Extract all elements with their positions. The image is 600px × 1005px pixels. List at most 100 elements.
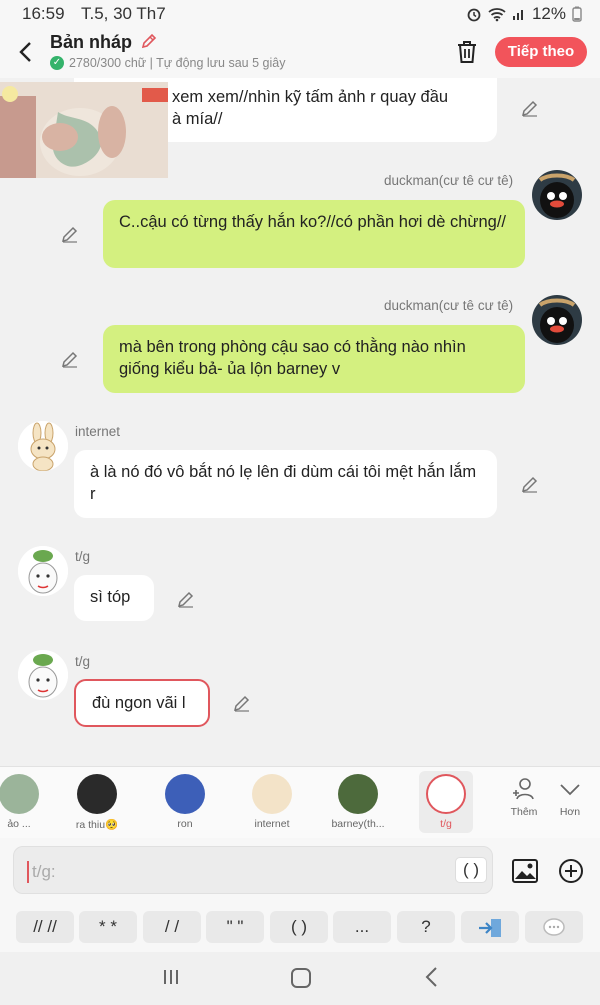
duckman-avatar-image bbox=[532, 295, 582, 345]
message-text: C..cậu có từng thấy hắn ko?//có phần hơi… bbox=[119, 213, 506, 231]
system-nav-bar bbox=[0, 952, 600, 1005]
character-label: barney(th... bbox=[331, 818, 385, 830]
tg-avatar-image bbox=[18, 546, 68, 596]
plus-circle-icon bbox=[559, 859, 583, 883]
message-text: à là nó đó vô bắt nó lẹ lên đi dùm cái t… bbox=[90, 463, 477, 503]
status-bar: 16:59 T.5, 30 Th7 12% bbox=[0, 0, 600, 28]
speaker-name: t/g bbox=[75, 549, 91, 564]
quick-insert-bar: // // * * / / " " ( ) ... ? bbox=[0, 902, 600, 952]
character-selector: ảo ... ra thiu🥺 ron internet barney(th..… bbox=[0, 766, 600, 838]
message-bubble[interactable]: sì tóp bbox=[74, 575, 154, 621]
character-label: ra thiu🥺 bbox=[75, 819, 119, 831]
chat-bubble-icon bbox=[543, 917, 565, 936]
import-button[interactable] bbox=[461, 911, 519, 943]
next-button[interactable]: Tiếp theo bbox=[495, 37, 587, 67]
edit-message-icon[interactable] bbox=[176, 589, 196, 609]
add-character-button[interactable]: Thêm bbox=[504, 775, 544, 818]
message-bubble[interactable]: C..cậu có từng thấy hắn ko?//có phần hơi… bbox=[103, 200, 525, 268]
more-options-button[interactable] bbox=[558, 858, 584, 884]
message-bubble-selected[interactable]: đù ngon vãi l bbox=[74, 679, 210, 727]
paren-button[interactable]: ( ) bbox=[455, 857, 487, 883]
edit-message-icon[interactable] bbox=[520, 98, 540, 118]
chevron-down-icon bbox=[560, 784, 580, 796]
character-avatar bbox=[252, 774, 292, 814]
back-icon bbox=[425, 967, 437, 987]
recents-icon bbox=[164, 970, 178, 984]
avatar-tg[interactable] bbox=[18, 650, 68, 700]
quick-insert-button[interactable]: ( ) bbox=[270, 911, 328, 943]
avatar-tg[interactable] bbox=[18, 546, 68, 596]
text-caret bbox=[27, 861, 29, 883]
message-text: mà bên trong phòng cậu sao có thằng nào … bbox=[119, 338, 466, 378]
avatar-duckman[interactable] bbox=[532, 170, 582, 220]
message-input[interactable]: t/g: ( ) bbox=[13, 846, 493, 894]
signal-icon bbox=[512, 10, 523, 20]
delete-button[interactable] bbox=[456, 40, 478, 64]
message-bubble[interactable]: mà bên trong phòng cậu sao có thằng nào … bbox=[103, 325, 525, 393]
add-person-icon bbox=[513, 778, 534, 800]
back-button[interactable] bbox=[12, 38, 40, 66]
speaker-name: t/g bbox=[75, 654, 91, 669]
character-item[interactable]: barney(th... bbox=[321, 771, 395, 833]
autosave-text: 2780/300 chữ | Tự động lưu sau 5 giây bbox=[69, 56, 286, 70]
duckman-avatar-image bbox=[532, 170, 582, 220]
character-avatar bbox=[338, 774, 378, 814]
character-avatar bbox=[77, 774, 117, 814]
character-item[interactable]: ảo ... bbox=[0, 771, 56, 833]
image-icon bbox=[512, 859, 538, 883]
edit-message-icon[interactable] bbox=[60, 224, 80, 244]
quick-insert-button[interactable]: ... bbox=[333, 911, 391, 943]
battery-icon bbox=[572, 6, 582, 22]
quick-insert-button[interactable]: / / bbox=[143, 911, 201, 943]
avatar-internet[interactable] bbox=[18, 421, 68, 471]
speaker-name: duckman(cư tê cư tê) bbox=[384, 298, 514, 313]
edit-message-icon[interactable] bbox=[60, 349, 80, 369]
message-text: đù ngon vãi l bbox=[92, 694, 186, 712]
status-time: 16:59 bbox=[22, 4, 65, 23]
attached-image[interactable] bbox=[0, 82, 168, 178]
character-label: ảo ... bbox=[7, 818, 31, 830]
speaker-name: duckman(cư tê cư tê) bbox=[384, 173, 514, 188]
message-bubble[interactable]: à là nó đó vô bắt nó lẹ lên đi dùm cái t… bbox=[74, 450, 497, 518]
trash-icon bbox=[458, 41, 476, 63]
avatar-duckman[interactable] bbox=[532, 295, 582, 345]
message-text: sì tóp bbox=[90, 588, 131, 606]
character-item[interactable]: ron bbox=[148, 771, 222, 833]
chat-bubble-button[interactable] bbox=[525, 911, 583, 943]
quick-insert-button[interactable]: * * bbox=[79, 911, 137, 943]
message-text: xem xem//nhìn kỹ tấm ảnh r quay đầu à mí… bbox=[172, 88, 449, 128]
quick-insert-button[interactable]: // // bbox=[16, 911, 74, 943]
character-avatar bbox=[165, 774, 205, 814]
system-back-button[interactable] bbox=[424, 966, 438, 988]
header: Bản nháp ✓ 2780/300 chữ | Tự động lưu sa… bbox=[0, 28, 600, 78]
add-character-label: Thêm bbox=[510, 806, 538, 818]
character-avatar bbox=[0, 774, 39, 814]
import-icon bbox=[479, 918, 501, 937]
chat-area[interactable]: xem xem//nhìn kỹ tấm ảnh r quay đầu à mí… bbox=[0, 78, 600, 766]
tg-avatar-image bbox=[18, 650, 68, 700]
internet-avatar-image bbox=[18, 421, 68, 471]
status-right: 12% bbox=[466, 4, 582, 24]
edit-message-icon[interactable] bbox=[520, 474, 540, 494]
character-item-selected[interactable]: t/g bbox=[419, 771, 473, 833]
insert-image-button[interactable] bbox=[511, 858, 539, 884]
character-item[interactable]: ra thiu🥺 bbox=[60, 771, 134, 833]
edit-message-icon[interactable] bbox=[232, 693, 252, 713]
more-label: Hơn bbox=[559, 806, 581, 818]
edit-title-icon[interactable] bbox=[140, 32, 158, 50]
more-button[interactable]: Hơn bbox=[550, 775, 590, 818]
autosave-status: ✓ 2780/300 chữ | Tự động lưu sau 5 giây bbox=[50, 56, 285, 70]
quick-insert-button[interactable]: " " bbox=[206, 911, 264, 943]
character-item[interactable]: internet bbox=[235, 771, 309, 833]
character-avatar bbox=[426, 774, 466, 814]
status-date: T.5, 30 Th7 bbox=[80, 4, 166, 23]
character-label: t/g bbox=[440, 818, 452, 830]
input-placeholder: t/g: bbox=[32, 862, 56, 881]
home-button[interactable] bbox=[291, 968, 311, 988]
quick-insert-button[interactable]: ? bbox=[397, 911, 455, 943]
battery-percent: 12% bbox=[531, 4, 566, 23]
alarm-icon bbox=[467, 8, 481, 22]
recents-button[interactable] bbox=[162, 968, 180, 986]
character-label: ron bbox=[177, 818, 193, 830]
input-bar: t/g: ( ) bbox=[0, 838, 600, 902]
